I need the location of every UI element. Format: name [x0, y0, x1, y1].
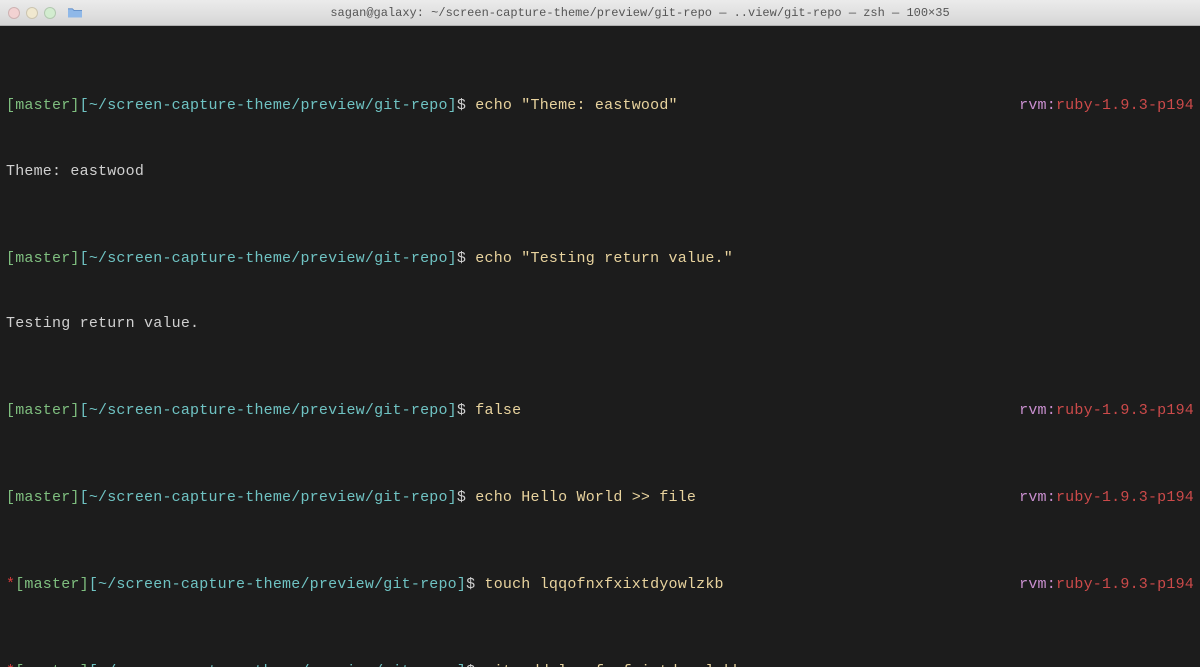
window-title: sagan@galaxy: ~/screen-capture-theme/pre…: [88, 6, 1192, 20]
prompt-line: [master][~/screen-capture-theme/preview/…: [6, 487, 1194, 509]
folder-icon: [68, 7, 82, 18]
terminal-body[interactable]: [master][~/screen-capture-theme/preview/…: [0, 26, 1200, 667]
prompt-line: [master][~/screen-capture-theme/preview/…: [6, 248, 1194, 270]
prompt-line: *[master][~/screen-capture-theme/preview…: [6, 661, 1194, 667]
dirty-marker: *: [6, 576, 15, 593]
output-line: Theme: eastwood: [6, 161, 1194, 183]
maximize-icon[interactable]: [44, 7, 56, 19]
close-icon[interactable]: [8, 7, 20, 19]
titlebar[interactable]: sagan@galaxy: ~/screen-capture-theme/pre…: [0, 0, 1200, 26]
window-controls: [8, 7, 56, 19]
output-line: Testing return value.: [6, 313, 1194, 335]
prompt-line: [master][~/screen-capture-theme/preview/…: [6, 400, 1194, 422]
minimize-icon[interactable]: [26, 7, 38, 19]
terminal-window: sagan@galaxy: ~/screen-capture-theme/pre…: [0, 0, 1200, 667]
dirty-marker: *: [6, 663, 15, 667]
prompt-line: [master][~/screen-capture-theme/preview/…: [6, 95, 1194, 117]
prompt-line: *[master][~/screen-capture-theme/preview…: [6, 574, 1194, 596]
